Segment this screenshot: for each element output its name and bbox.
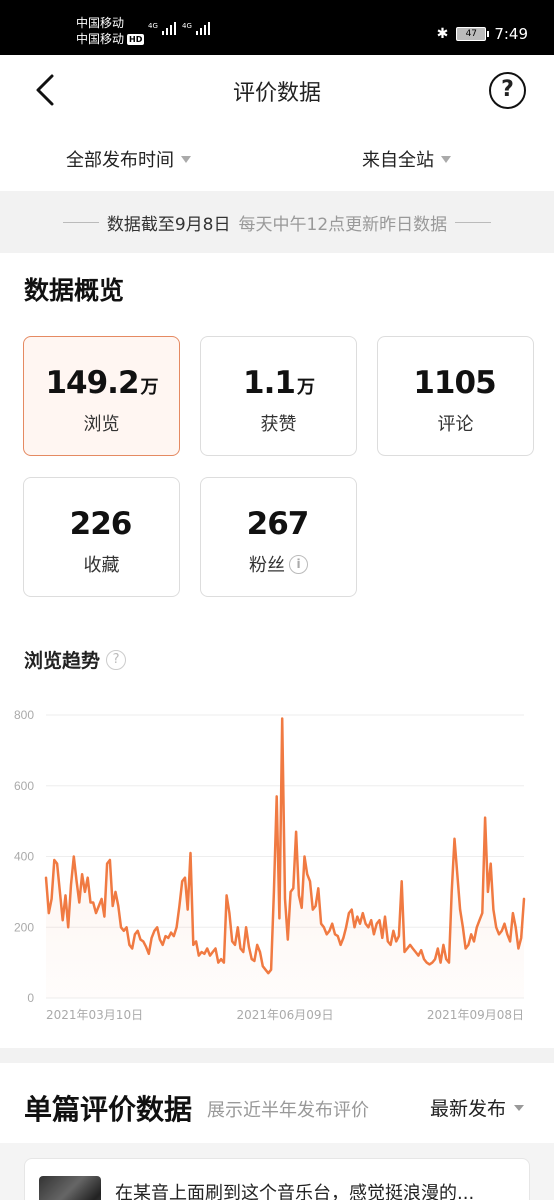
stat-value: 1105: [413, 365, 496, 401]
caret-down-icon: [181, 155, 191, 163]
views-trend-chart: 0 200 400 600 800 2021年03月10日 2021年06月09日 2021年…: [14, 708, 526, 1022]
stat-unit: 万: [296, 377, 315, 398]
time-filter-label: 全部发布时间: [66, 150, 174, 171]
nav-bar: 评价数据 ?: [0, 55, 554, 125]
y-tick-label: 400: [14, 850, 34, 864]
caret-down-icon: [441, 155, 451, 163]
signal-icon: 4G: [148, 22, 176, 35]
y-tick-label: 0: [27, 991, 34, 1005]
single-review-header: 单篇评价数据 展示近半年发布评价 最新发布: [0, 1063, 554, 1143]
review-card-text: 在某音上面刷到这个音乐台，感觉挺浪漫的...: [115, 1183, 475, 1200]
stat-card-views[interactable]: 149.2 万 浏览: [23, 336, 180, 456]
review-card[interactable]: 在某音上面刷到这个音乐台，感觉挺浪漫的...: [24, 1158, 530, 1200]
data-cutoff-text: 数据截至9月8日: [106, 214, 231, 235]
source-filter-label: 来自全站: [362, 150, 434, 171]
stat-label: 浏览: [83, 414, 120, 435]
single-review-subtitle: 展示近半年发布评价: [207, 1100, 369, 1121]
stat-label: 获赞: [260, 414, 297, 435]
stat-label: 评论: [437, 414, 474, 435]
network-type-2: 4G: [182, 22, 192, 30]
status-bar: 中国移动 中国移动 HD 4G 4G ✱ 47 7:49: [0, 0, 554, 55]
y-tick-label: 600: [14, 779, 34, 793]
divider: [455, 221, 492, 223]
stat-value: 226: [69, 506, 133, 542]
caret-down-icon: [514, 1104, 525, 1111]
y-tick-label: 200: [14, 920, 34, 934]
stat-card-fans[interactable]: 267 粉丝 i: [200, 477, 357, 597]
stat-value: 267: [246, 506, 310, 542]
sort-dropdown[interactable]: 最新发布: [430, 1094, 525, 1121]
overview-title: 数据概览: [24, 276, 125, 305]
stat-label: 收藏: [83, 555, 120, 576]
stat-unit: 万: [140, 377, 159, 398]
trend-header: 浏览趋势 ?: [24, 646, 127, 673]
carrier-info: 中国移动 中国移动 HD: [76, 15, 145, 47]
hd-badge: HD: [127, 33, 145, 45]
review-thumbnail: [39, 1176, 101, 1200]
filter-bar: 全部发布时间 来自全站: [0, 125, 554, 191]
signal-icon-2: 4G: [182, 22, 210, 35]
x-tick-label: 2021年09月08日: [427, 1008, 524, 1022]
stat-card-comments[interactable]: 1105 评论: [377, 336, 534, 456]
clock: 7:49: [494, 25, 528, 43]
stat-card-likes[interactable]: 1.1 万 获赞: [200, 336, 357, 456]
overview-section: 数据概览 149.2 万 浏览 1.1 万 获赞 1105 评论 226 收藏 26…: [0, 253, 554, 1048]
help-icon[interactable]: ?: [489, 72, 526, 109]
x-tick-label: 2021年06月09日: [236, 1008, 333, 1022]
carrier-2: 中国移动: [76, 32, 125, 46]
time-filter-dropdown[interactable]: 全部发布时间: [66, 146, 191, 172]
info-icon[interactable]: i: [289, 554, 308, 574]
trend-title: 浏览趋势: [24, 650, 101, 672]
stat-label: 粉丝: [249, 555, 285, 576]
y-tick-label: 800: [14, 708, 34, 722]
bluetooth-icon: ✱: [436, 26, 449, 42]
carrier-1: 中国移动: [76, 16, 125, 30]
update-notice: 数据截至9月8日 每天中午12点更新昨日数据: [0, 191, 554, 253]
network-type-1: 4G: [148, 22, 158, 30]
stat-card-favorites[interactable]: 226 收藏: [23, 477, 180, 597]
question-icon[interactable]: ?: [106, 649, 127, 670]
sort-label: 最新发布: [430, 1098, 507, 1120]
single-review-title: 单篇评价数据: [24, 1093, 193, 1126]
source-filter-dropdown[interactable]: 来自全站: [362, 146, 451, 172]
page-title: 评价数据: [232, 81, 321, 106]
stat-value: 1.1: [243, 365, 296, 401]
stat-value: 149.2: [45, 365, 139, 401]
divider: [62, 221, 99, 223]
x-tick-label: 2021年03月10日: [46, 1008, 143, 1022]
update-schedule-text: 每天中午12点更新昨日数据: [238, 214, 448, 235]
battery-icon: 47: [456, 27, 490, 41]
